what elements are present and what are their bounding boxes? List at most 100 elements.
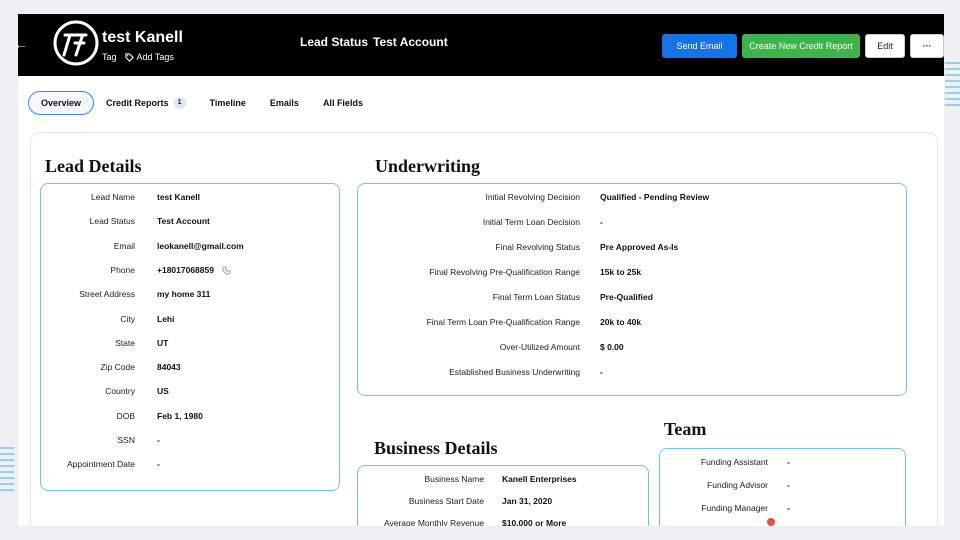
tag-row: Tag Add Tags [102,52,174,62]
lead-status-value: Test Account [373,35,448,49]
field-value: 15k to 25k [600,267,642,277]
field-value: - [157,435,160,445]
field-value: $10,000 or More [502,518,567,526]
field-label: Business Name [424,474,484,484]
field-label: Final Revolving Pre-Qualification Range [429,267,580,277]
app-window: ← test Kanell Tag Add Tags Lead Status Te… [18,14,944,526]
field-value: Feb 1, 1980 [157,410,203,421]
field-value: Pre Approved As-Is [600,242,679,252]
detail-row: Zip Code 84043 [41,362,339,376]
field-label: Initial Revolving Decision [485,192,581,202]
field-label: Initial Term Loan Decision [482,217,580,227]
tab-overview[interactable]: Overview [28,91,95,115]
field-value: Lehi [157,313,175,324]
field-label: SSN [117,435,135,445]
lead-details-title: Lead Details [45,156,142,176]
field-value: Test Account [157,216,210,227]
field-value: test Kanell [157,192,200,202]
business-details-panel: Business Name Kanell Enterprises Business … [357,465,649,526]
detail-row: Lead Name test Kanell [41,192,339,206]
field-label: City [120,313,135,324]
field-label: DOB [116,410,135,421]
field-value: - [600,217,603,227]
phone-call-button[interactable] [219,265,231,275]
detail-row: Funding Advisor - [660,480,905,494]
field-label: Street Address [79,289,135,300]
edit-button[interactable]: Edit [865,34,905,58]
detail-row: State UT [41,338,339,352]
detail-row: DOB Feb 1, 1980 [41,411,339,425]
more-options-button[interactable]: ··· [910,34,944,58]
detail-row: Initial Revolving Decision Qualified - Pe… [358,192,906,206]
field-value: - [600,367,603,377]
field-label: Lead Name [91,192,135,202]
phone-icon[interactable] [222,266,231,275]
detail-row: SSN - [41,435,339,449]
lead-status-label: Lead Status [300,35,369,49]
detail-row: Country US [41,386,339,400]
field-value: Jan 31, 2020 [502,496,553,506]
tab-timeline[interactable]: Timeline [198,92,258,114]
add-tags-button[interactable]: Add Tags [124,52,174,62]
field-label: Country [105,386,135,397]
field-value: leokanell@gmail.com [157,240,244,251]
field-label: State [115,337,135,348]
field-label: Email [113,240,135,251]
field-value: - [787,503,790,513]
lead-tabs: Overview Credit Reports 1 Timeline Email… [28,91,375,115]
detail-row: Established Business Underwriting - [358,367,906,381]
company-logo-icon [53,20,99,66]
field-value: +18017068859 [157,264,214,275]
field-label: Final Term Loan Status [492,292,580,302]
field-label: Over-Utilized Amount [499,342,580,352]
team-panel: Funding Assistant - Funding Advisor - Fundin… [659,448,906,526]
field-label: Phone [110,264,135,275]
field-label: Established Business Underwriting [449,367,580,377]
field-label: Funding Assistant [700,457,768,467]
field-value: Pre-Qualified [600,292,653,302]
detail-row: Business Start Date Jan 31, 2020 [358,496,648,510]
detail-row: Final Term Loan Status Pre-Qualified [358,292,906,306]
detail-row: Appointment Date - [41,459,339,473]
field-value: - [787,480,790,490]
detail-row: Final Revolving Status Pre Approved As-Is [358,242,906,256]
field-label: Final Revolving Status [495,242,580,252]
detail-row: Final Term Loan Pre-Qualification Range 2… [358,317,906,331]
business-details-title: Business Details [374,438,498,458]
underwriting-title: Underwriting [375,156,480,176]
field-value: US [157,386,169,397]
lead-header: ← test Kanell Tag Add Tags Lead Status Te… [18,14,944,76]
notification-dot [767,518,775,526]
field-value: - [157,459,160,470]
detail-row: Business Name Kanell Enterprises [358,474,648,488]
field-label: Final Term Loan Pre-Qualification Range [426,317,580,327]
tab-emails[interactable]: Emails [258,92,311,114]
tab-credit-reports-label: Credit Reports [106,98,169,108]
lead-name-title: test Kanell [102,29,183,46]
detail-row: Over-Utilized Amount $ 0.00 [358,342,906,356]
field-label: Appointment Date [66,459,135,470]
add-tags-label: Add Tags [136,52,174,62]
detail-row: Lead Status Test Account [41,216,339,230]
detail-row: Phone +18017068859 [41,265,339,279]
detail-row: Email leokanell@gmail.com [41,241,339,255]
detail-row: City Lehi [41,314,339,328]
lead-status-heading: Lead Status Test Account [300,35,448,49]
field-label: Lead Status [89,216,135,227]
tag-label: Tag [102,52,117,62]
field-value: 84043 [157,362,181,373]
field-value: Qualified - Pending Review [600,192,710,202]
tag-icon [124,52,134,62]
underwriting-panel: Initial Revolving Decision Qualified - Pe… [357,183,907,396]
back-arrow-icon[interactable]: ← [18,36,28,52]
detail-row: Funding Manager - [660,503,905,517]
credit-reports-count-badge: 1 [173,97,186,109]
tab-all-fields[interactable]: All Fields [311,92,375,114]
field-value: UT [157,337,169,348]
send-email-button[interactable]: Send Email [662,34,737,58]
detail-row: Initial Term Loan Decision - [358,217,906,231]
field-value: my home 311 [157,289,211,300]
tab-credit-reports[interactable]: Credit Reports 1 [94,92,198,114]
create-credit-report-button[interactable]: Create New Credit Report [742,34,860,58]
field-label: Funding Manager [701,503,768,513]
